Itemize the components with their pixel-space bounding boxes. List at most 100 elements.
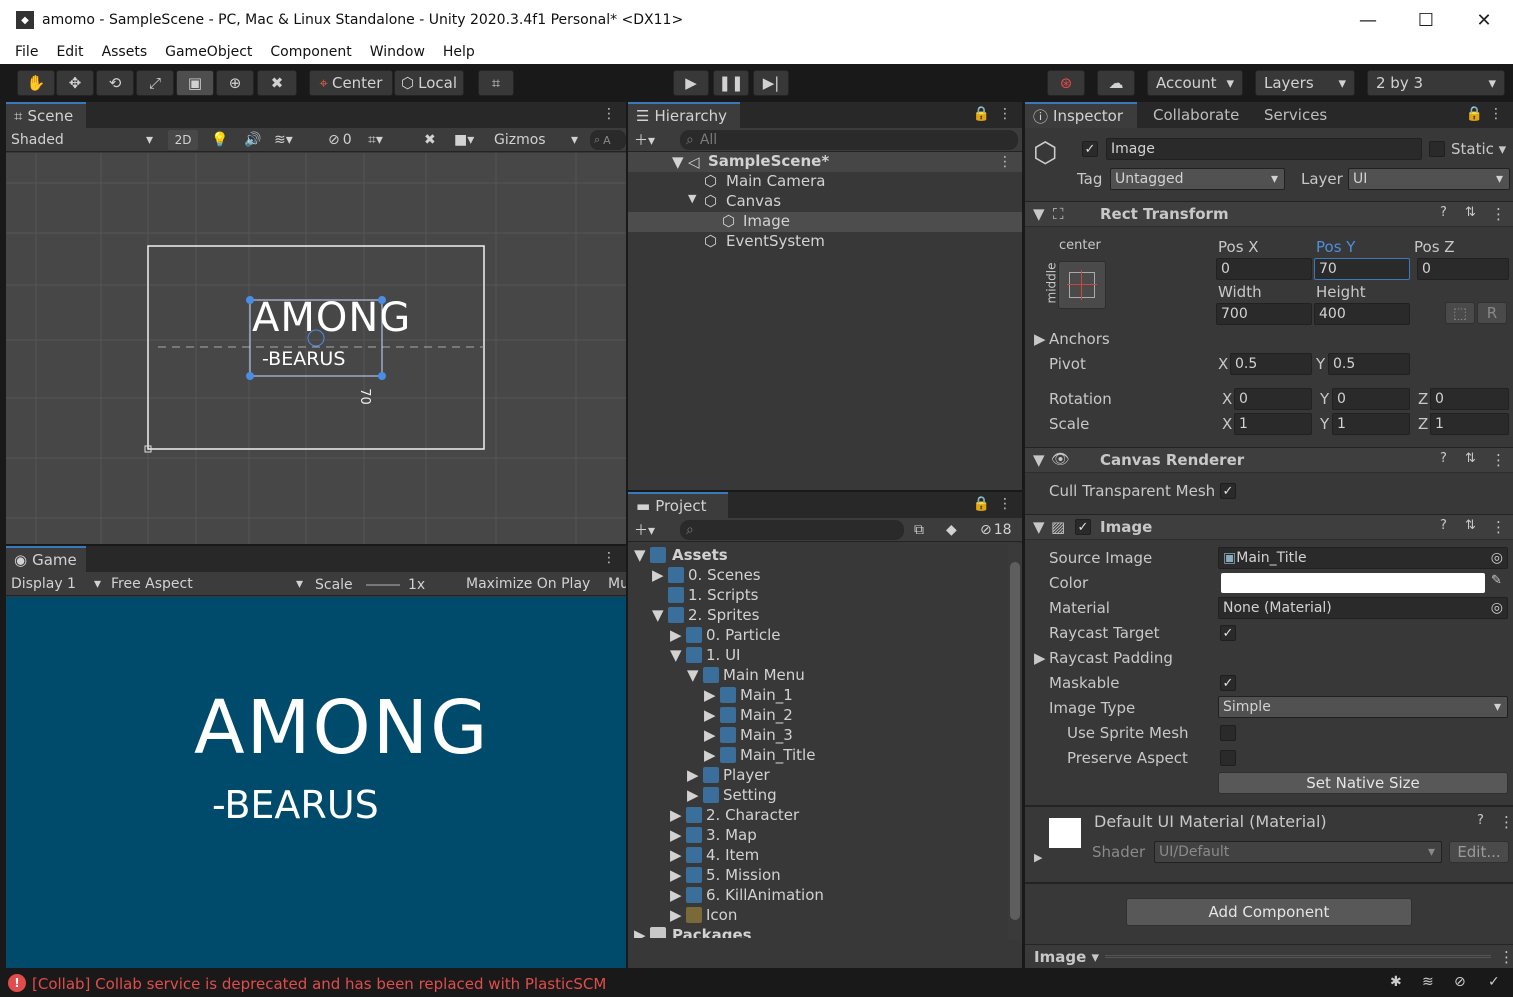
project-item-character[interactable]: 2. Character xyxy=(706,806,799,824)
help-icon[interactable]: ? xyxy=(1440,518,1447,533)
eyedropper-icon[interactable]: ✎ xyxy=(1491,573,1502,588)
minimize-button[interactable]: — xyxy=(1339,0,1397,40)
foldout-arrow-icon[interactable]: ▶ xyxy=(1034,851,1042,864)
project-item-scripts[interactable]: 1. Scripts xyxy=(688,586,758,604)
selected-row[interactable]: ⬡ Image xyxy=(628,212,1022,232)
tab-collaborate[interactable]: Collaborate xyxy=(1153,102,1239,128)
tab-project[interactable]: ▬ Project xyxy=(628,492,728,518)
rotation-x-field[interactable]: 0 xyxy=(1234,388,1312,410)
project-item-particle[interactable]: 0. Particle xyxy=(706,626,781,644)
more-icon[interactable]: ⋮ xyxy=(1491,451,1506,469)
more-icon[interactable]: ⋮ xyxy=(998,154,1012,170)
raycast-target-checkbox[interactable]: ✓ xyxy=(1220,625,1236,641)
project-item-scenes[interactable]: 0. Scenes xyxy=(688,566,761,584)
menu-edit[interactable]: Edit xyxy=(47,44,92,60)
foldout-arrow-icon[interactable]: ▼ xyxy=(1033,518,1045,536)
active-checkbox[interactable]: ✓ xyxy=(1082,141,1098,157)
expand-arrow-icon[interactable]: ▶ xyxy=(687,786,699,804)
material-field[interactable]: None (Material) ◎ xyxy=(1218,597,1508,619)
posx-field[interactable]: 0 xyxy=(1216,258,1312,280)
shader-dropdown[interactable]: UI/Default ▾ xyxy=(1154,841,1442,863)
project-search-input[interactable]: ⌕ xyxy=(680,520,904,540)
expand-arrow-icon[interactable]: ▶ xyxy=(670,826,682,844)
audio-icon[interactable]: 🔊 xyxy=(244,130,261,150)
status-message[interactable]: [Collab] Collab service is deprecated an… xyxy=(32,975,606,993)
layers-stack-icon[interactable]: ≋ xyxy=(1422,974,1434,990)
tab-scene[interactable]: ⌗ Scene xyxy=(6,102,86,128)
object-picker-icon[interactable]: ◎ xyxy=(1491,550,1503,566)
project-item-packages[interactable]: Packages xyxy=(672,926,752,938)
expand-arrow-icon[interactable]: ▶ xyxy=(704,706,716,724)
move-tool-button[interactable]: ✥ xyxy=(56,70,94,96)
height-field[interactable]: 400 xyxy=(1314,303,1410,325)
foldout-arrow-icon[interactable]: ▼ xyxy=(1033,451,1045,469)
raycast-padding-label[interactable]: Raycast Padding xyxy=(1049,649,1173,667)
use-sprite-mesh-checkbox[interactable] xyxy=(1220,725,1236,741)
create-dropdown[interactable]: ＋▾ xyxy=(634,520,655,540)
menu-gameobject[interactable]: GameObject xyxy=(156,44,261,60)
project-item-setting[interactable]: Setting xyxy=(723,786,777,804)
hierarchy-item-main-camera[interactable]: Main Camera xyxy=(726,172,825,190)
width-field[interactable]: 700 xyxy=(1216,303,1312,325)
expand-arrow-icon[interactable]: ▼ xyxy=(687,666,699,684)
maximize-on-play-toggle[interactable]: Maximize On Play xyxy=(466,574,590,594)
set-native-size-button[interactable]: Set Native Size xyxy=(1218,772,1508,794)
project-item-main-3[interactable]: Main_3 xyxy=(740,726,793,744)
foldout-arrow-icon[interactable]: ▶ xyxy=(1034,649,1046,667)
layers-dropdown[interactable]: Layers ▾ xyxy=(1255,70,1355,96)
tab-inspector[interactable]: ⓘ Inspector xyxy=(1025,102,1137,128)
project-item-assets[interactable]: Assets xyxy=(672,546,728,564)
hierarchy-item-eventsystem[interactable]: EventSystem xyxy=(726,232,825,250)
grid-snap-button[interactable]: ⌗ xyxy=(478,70,514,96)
project-item-sprites[interactable]: 2. Sprites xyxy=(688,606,759,624)
menu-window[interactable]: Window xyxy=(361,44,434,60)
hierarchy-search-input[interactable]: ⌕ All xyxy=(680,130,1018,150)
object-picker-icon[interactable]: ◎ xyxy=(1491,600,1503,616)
project-item-item[interactable]: 4. Item xyxy=(706,846,759,864)
expand-arrow-icon[interactable]: ▶ xyxy=(670,806,682,824)
help-icon[interactable]: ? xyxy=(1440,205,1447,220)
mute-audio-toggle[interactable]: Mu xyxy=(608,574,626,594)
effects-icon[interactable]: ≋▾ xyxy=(274,130,293,150)
search-by-type-icon[interactable]: ⧉ xyxy=(914,520,924,540)
preserve-aspect-checkbox[interactable] xyxy=(1220,750,1236,766)
pivot-center-button[interactable]: ⌖ Center xyxy=(309,70,393,96)
posy-field[interactable]: 70 xyxy=(1314,258,1410,280)
project-item-main-2[interactable]: Main_2 xyxy=(740,706,793,724)
static-label[interactable]: Static ▾ xyxy=(1451,140,1506,158)
anchor-presets-button[interactable] xyxy=(1058,261,1106,309)
expand-arrow-icon[interactable]: ▼ xyxy=(672,153,684,171)
tag-dropdown[interactable]: Untagged ▾ xyxy=(1110,168,1285,190)
expand-arrow-icon[interactable]: ▶ xyxy=(652,566,664,584)
expand-arrow-icon[interactable]: ▼ xyxy=(670,646,682,664)
shader-edit-button[interactable]: Edit... xyxy=(1449,841,1509,863)
more-icon[interactable]: ⋮ xyxy=(1499,948,1513,966)
project-item-main-menu[interactable]: Main Menu xyxy=(723,666,805,684)
layout-dropdown[interactable]: 2 by 3 ▾ xyxy=(1367,70,1505,96)
expand-arrow-icon[interactable]: ▶ xyxy=(704,746,716,764)
expand-arrow-icon[interactable]: ▶ xyxy=(670,866,682,884)
collab-button[interactable]: ⊛ xyxy=(1047,70,1085,96)
scene-viewport[interactable]: AMONG -BEARUS 70 xyxy=(6,153,626,544)
expand-arrow-icon[interactable]: ▶ xyxy=(704,726,716,744)
static-checkbox[interactable] xyxy=(1429,141,1445,157)
display-dropdown[interactable]: Display 1 ▾ xyxy=(11,574,101,594)
lock-icon[interactable]: 🔒 xyxy=(973,106,990,122)
color-swatch[interactable] xyxy=(1221,573,1485,593)
transform-tool-button[interactable]: ⊕ xyxy=(216,70,254,96)
scene-row[interactable]: ▼ ◁ SampleScene* ⋮ xyxy=(628,152,1022,172)
hand-tool-button[interactable]: ✋ xyxy=(17,70,55,96)
create-dropdown[interactable]: ＋▾ xyxy=(634,130,655,150)
pivot-x-field[interactable]: 0.5 xyxy=(1230,353,1312,375)
step-button[interactable]: ▶| xyxy=(753,70,789,96)
camera-icon[interactable]: ■▾ xyxy=(454,130,474,150)
blueprint-mode-button[interactable]: ⬚ xyxy=(1445,302,1475,324)
lighting-icon[interactable]: 💡 xyxy=(211,130,228,150)
maskable-checkbox[interactable]: ✓ xyxy=(1220,675,1236,691)
debug-icon[interactable]: ✱ xyxy=(1390,974,1402,990)
hidden-objects-toggle[interactable]: ⊘ 0 xyxy=(328,130,352,150)
project-item-player[interactable]: Player xyxy=(723,766,770,784)
cache-server-icon[interactable]: ⊘ xyxy=(1454,974,1466,990)
scrollbar-thumb[interactable] xyxy=(1010,562,1020,920)
tab-game[interactable]: ◉ Game xyxy=(6,546,86,572)
